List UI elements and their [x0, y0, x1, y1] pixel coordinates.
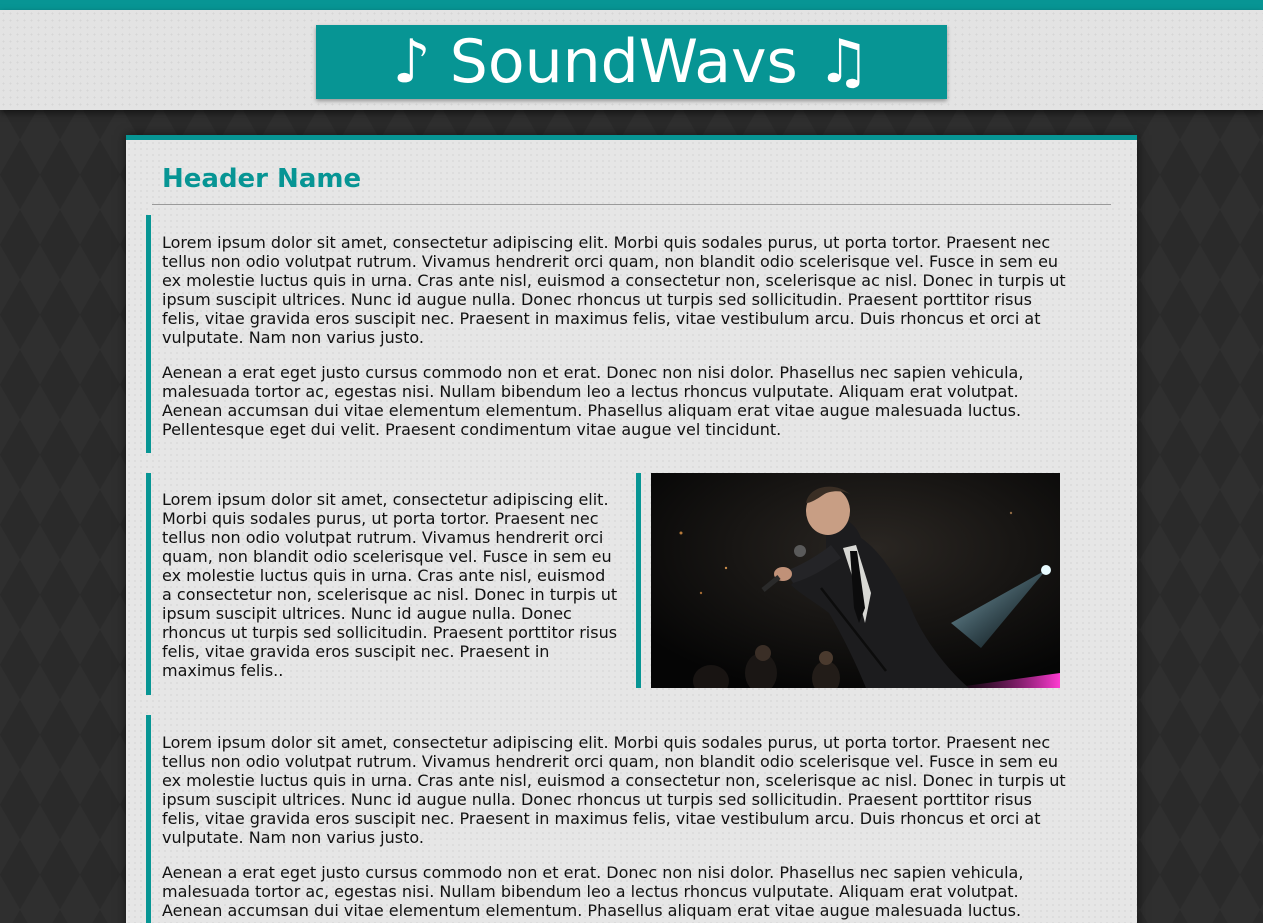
paragraph: Lorem ipsum dolor sit amet, consectetur …: [162, 733, 1066, 847]
top-accent-stripe: [0, 0, 1263, 10]
paragraph: Aenean a erat eget justo cursus commodo …: [162, 363, 1024, 439]
content-panel: Header Name Lorem ipsum dolor sit amet, …: [126, 135, 1137, 923]
page-title: Header Name: [162, 164, 362, 194]
text-block-3: Lorem ipsum dolor sit amet, consectetur …: [146, 715, 1066, 923]
title-divider: [152, 204, 1111, 205]
site-logo[interactable]: ♪ SoundWavs ♫: [316, 25, 947, 99]
site-header: ♪ SoundWavs ♫: [0, 10, 1263, 110]
site-logo-text: ♪ SoundWavs ♫: [392, 27, 871, 97]
paragraph: Lorem ipsum dolor sit amet, consectetur …: [162, 233, 1066, 347]
photo-frame: [636, 473, 1060, 688]
paragraph: Lorem ipsum dolor sit amet, consectetur …: [162, 490, 618, 680]
text-block-2: Lorem ipsum dolor sit amet, consectetur …: [146, 473, 618, 695]
text-block-1: Lorem ipsum dolor sit amet, consectetur …: [146, 215, 1066, 453]
paragraph: Aenean a erat eget justo cursus commodo …: [162, 863, 1024, 923]
concert-singer-photo: [651, 473, 1060, 688]
